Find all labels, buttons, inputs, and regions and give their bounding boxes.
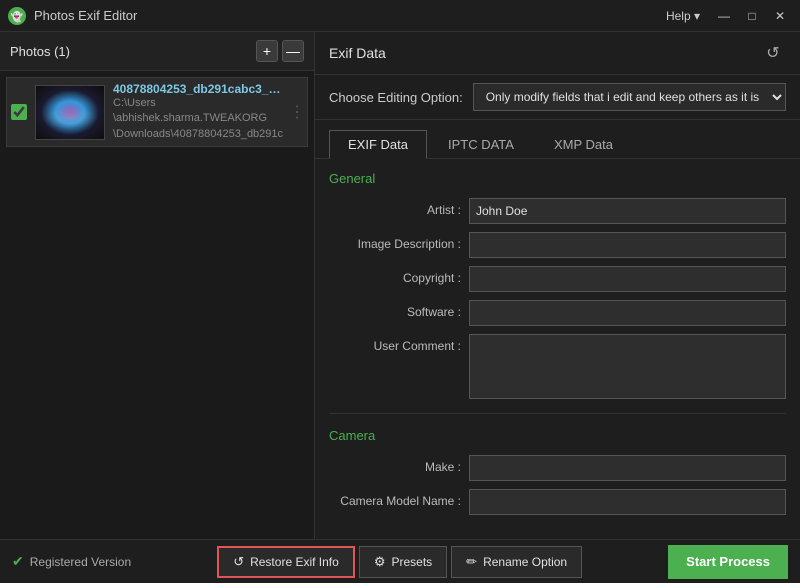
image-description-input[interactable]	[469, 232, 786, 258]
left-panel-title: Photos (1)	[10, 44, 70, 59]
rename-btn-label: Rename Option	[483, 555, 567, 569]
start-btn-label: Start Process	[686, 554, 770, 569]
tabs-row: EXIF Data IPTC DATA XMP Data	[315, 120, 800, 159]
camera-model-input[interactable]	[469, 489, 786, 515]
close-button[interactable]: ✕	[768, 6, 792, 26]
rename-icon: ✏	[466, 554, 477, 570]
right-panel-header: Exif Data ↺	[315, 32, 800, 75]
software-label: Software :	[329, 300, 469, 319]
photo-info: 40878804253_db291cabc3_o.png C:\Users \a…	[113, 82, 283, 142]
bottom-center: ↺ Restore Exif Info ⚙ Presets ✏ Rename O…	[217, 546, 582, 578]
photo-item[interactable]: 40878804253_db291cabc3_o.png C:\Users \a…	[6, 77, 308, 147]
restore-icon: ↺	[233, 554, 244, 570]
artist-label: Artist :	[329, 198, 469, 217]
title-bar-right: Help ▾ — □ ✕	[666, 6, 792, 26]
add-photo-button[interactable]: +	[256, 40, 278, 62]
editing-option-row: Choose Editing Option: Only modify field…	[315, 75, 800, 120]
registered-icon: ✔	[12, 553, 24, 570]
artist-input[interactable]	[469, 198, 786, 224]
photo-checkbox[interactable]	[11, 104, 27, 120]
restore-exif-info-button[interactable]: ↺ Restore Exif Info	[217, 546, 355, 578]
right-panel-title: Exif Data	[329, 45, 386, 61]
title-bar: 👻 Photos Exif Editor Help ▾ — □ ✕	[0, 0, 800, 32]
section-divider	[329, 413, 786, 414]
editing-option-label: Choose Editing Option:	[329, 90, 463, 105]
main-layout: Photos (1) + — 40878804253_db291cabc3_o.…	[0, 32, 800, 539]
start-process-button[interactable]: Start Process	[668, 545, 788, 579]
software-row: Software :	[329, 300, 786, 326]
presets-btn-label: Presets	[391, 555, 432, 569]
camera-model-row: Camera Model Name :	[329, 489, 786, 515]
help-menu[interactable]: Help ▾	[666, 9, 700, 23]
user-comment-label: User Comment :	[329, 334, 469, 353]
camera-section-title: Camera	[329, 428, 786, 443]
photo-name: 40878804253_db291cabc3_o.png	[113, 82, 283, 96]
right-panel: Exif Data ↺ Choose Editing Option: Only …	[315, 32, 800, 539]
left-panel: Photos (1) + — 40878804253_db291cabc3_o.…	[0, 32, 315, 539]
tab-xmp-data[interactable]: XMP Data	[535, 130, 632, 158]
left-panel-header: Photos (1) + —	[0, 32, 314, 71]
bottom-left: ✔ Registered Version	[12, 553, 131, 570]
minimize-button[interactable]: —	[712, 6, 736, 26]
general-section-title: General	[329, 171, 786, 186]
window-controls: — □ ✕	[712, 6, 792, 26]
registered-text: Registered Version	[30, 555, 131, 569]
copyright-input[interactable]	[469, 266, 786, 292]
make-label: Make :	[329, 455, 469, 474]
app-icon: 👻	[8, 7, 26, 25]
software-input[interactable]	[469, 300, 786, 326]
copyright-label: Copyright :	[329, 266, 469, 285]
remove-photo-button[interactable]: —	[282, 40, 304, 62]
make-row: Make :	[329, 455, 786, 481]
svg-text:👻: 👻	[11, 10, 24, 23]
artist-row: Artist :	[329, 198, 786, 224]
refresh-button[interactable]: ↺	[760, 40, 786, 66]
form-area: General Artist : Image Description : Cop…	[315, 159, 800, 539]
presets-button[interactable]: ⚙ Presets	[359, 546, 447, 578]
tab-exif-data[interactable]: EXIF Data	[329, 130, 427, 159]
tab-iptc-data[interactable]: IPTC DATA	[429, 130, 533, 158]
editing-option-select[interactable]: Only modify fields that i edit and keep …	[473, 83, 786, 111]
drag-handle: ⋮	[291, 82, 303, 142]
user-comment-textarea[interactable]	[469, 334, 786, 399]
restore-btn-label: Restore Exif Info	[250, 555, 339, 569]
photo-thumbnail	[35, 85, 105, 140]
photo-list: 40878804253_db291cabc3_o.png C:\Users \a…	[0, 71, 314, 539]
title-bar-left: 👻 Photos Exif Editor	[8, 7, 137, 25]
maximize-button[interactable]: □	[740, 6, 764, 26]
image-description-label: Image Description :	[329, 232, 469, 251]
presets-icon: ⚙	[374, 554, 386, 570]
user-comment-row: User Comment :	[329, 334, 786, 399]
image-description-row: Image Description :	[329, 232, 786, 258]
camera-model-label: Camera Model Name :	[329, 489, 469, 508]
photo-path: C:\Users \abhishek.sharma.TWEAKORG \Down…	[113, 96, 283, 142]
copyright-row: Copyright :	[329, 266, 786, 292]
header-icons: + —	[256, 40, 304, 62]
bottom-bar: ✔ Registered Version ↺ Restore Exif Info…	[0, 539, 800, 583]
make-input[interactable]	[469, 455, 786, 481]
rename-option-button[interactable]: ✏ Rename Option	[451, 546, 582, 578]
app-title: Photos Exif Editor	[34, 8, 137, 23]
